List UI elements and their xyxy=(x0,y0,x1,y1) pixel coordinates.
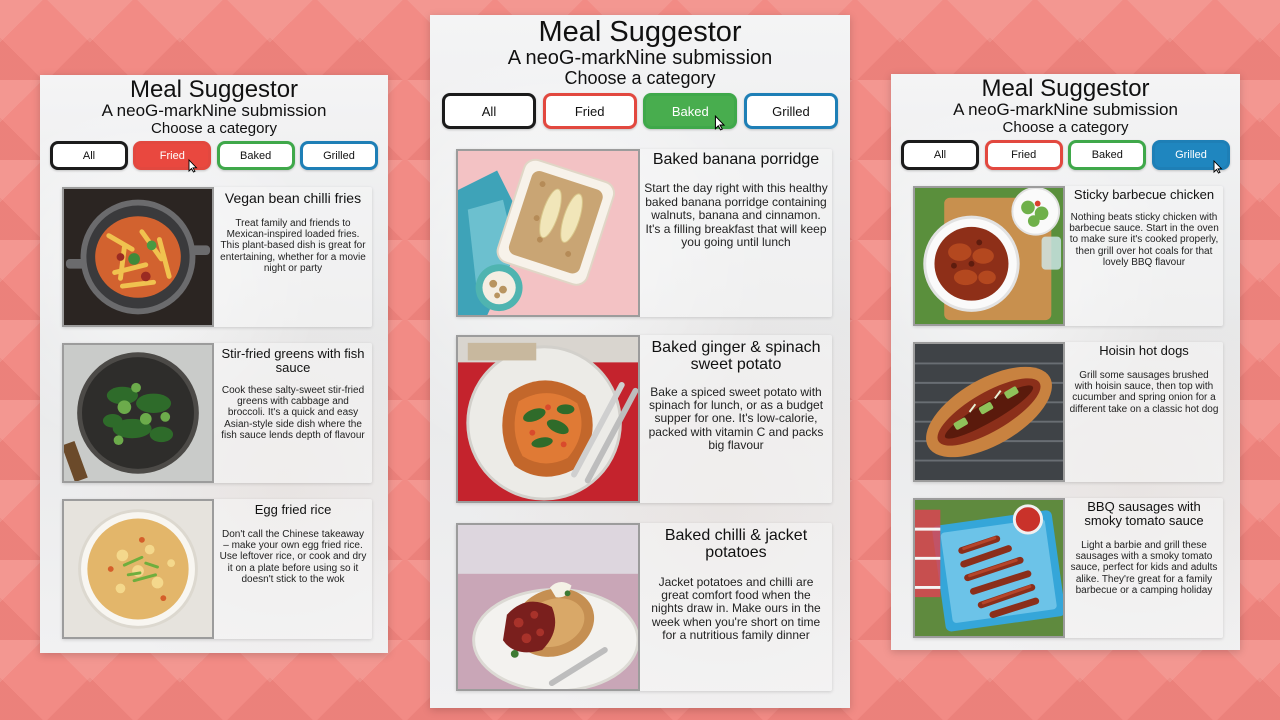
meal-info: Egg fried rice Don't call the Chinese ta… xyxy=(214,499,372,639)
app-subtitle: A neoG-markNine submission xyxy=(953,100,1178,120)
meal-card: Baked chilli & jacket potatoes Jacket po… xyxy=(456,523,832,691)
meal-description: Don't call the Chinese takeaway – make y… xyxy=(219,529,367,585)
category-buttons: All Fried Baked Grilled xyxy=(901,140,1230,171)
meal-card: BBQ sausages with smoky tomato sauce Lig… xyxy=(913,498,1223,638)
app-title: Meal Suggestor xyxy=(981,75,1150,102)
meal-description: Bake a spiced sweet potato with spinach … xyxy=(648,384,824,453)
category-fried-button[interactable]: Fried xyxy=(984,140,1063,171)
meal-photo xyxy=(456,523,640,691)
meal-photo xyxy=(62,499,214,639)
meal-info: Vegan bean chilli fries Treat family and… xyxy=(214,187,372,327)
category-buttons: All Fried Baked Grilled xyxy=(442,93,838,130)
meal-card: Baked ginger & spinach sweet potato Bake… xyxy=(456,335,832,503)
mouse-pointer-icon xyxy=(188,159,198,173)
meal-info: Stir-fried greens with fish sauce Cook t… xyxy=(214,343,372,483)
category-all-button[interactable]: All xyxy=(50,141,128,171)
category-prompt: Choose a category xyxy=(151,119,277,137)
meal-name: Hoisin hot dogs xyxy=(1099,343,1189,358)
meal-photo xyxy=(456,335,640,503)
category-prompt: Choose a category xyxy=(564,68,716,89)
app-subtitle: A neoG-markNine submission xyxy=(507,47,773,70)
app-title: Meal Suggestor xyxy=(129,76,299,103)
meal-description: Treat family and friends to Mexican-insp… xyxy=(220,218,366,274)
meal-card: Sticky barbecue chicken Nothing beats st… xyxy=(913,186,1223,326)
category-baked-button[interactable]: Baked xyxy=(216,141,295,171)
meal-name: Baked ginger & spinach sweet potato xyxy=(651,339,821,374)
meal-name: Egg fried rice xyxy=(254,502,332,517)
meal-description: Nothing beats sticky chicken with barbec… xyxy=(1069,212,1219,268)
app-subtitle: A neoG-markNine submission xyxy=(101,101,327,121)
meal-description: Cook these salty-sweet stir-fried greens… xyxy=(221,385,365,441)
meal-card: Hoisin hot dogs Grill some sausages brus… xyxy=(913,342,1223,482)
category-all-button[interactable]: All xyxy=(442,93,536,130)
category-prompt: Choose a category xyxy=(1002,118,1129,136)
meal-info: Hoisin hot dogs Grill some sausages brus… xyxy=(1065,342,1223,482)
meal-name: BBQ sausages with smoky tomato sauce xyxy=(1084,499,1204,529)
meal-photo xyxy=(62,187,214,327)
category-grilled-button[interactable]: Grilled xyxy=(299,141,378,171)
mouse-pointer-icon xyxy=(1213,160,1223,174)
meal-card: Baked banana porridge Start the day righ… xyxy=(456,149,832,317)
meal-name: Sticky barbecue chicken xyxy=(1073,187,1215,202)
meal-name: Baked chilli & jacket potatoes xyxy=(664,527,808,562)
meal-info: Baked ginger & spinach sweet potato Bake… xyxy=(640,335,832,503)
meal-info: Sticky barbecue chicken Nothing beats st… xyxy=(1065,186,1223,326)
meal-photo xyxy=(456,149,640,317)
category-grilled-button[interactable]: Grilled xyxy=(743,93,838,130)
meal-name: Baked banana porridge xyxy=(652,151,820,168)
category-fried-button[interactable]: Fried xyxy=(542,93,637,130)
category-baked-button[interactable]: Baked xyxy=(1068,140,1147,171)
meal-photo xyxy=(913,498,1065,638)
meal-description: Start the day right with this healthy ba… xyxy=(644,181,828,250)
meal-info: Baked chilli & jacket potatoes Jacket po… xyxy=(640,523,832,691)
meal-description: Light a barbie and grill these sausages … xyxy=(1070,540,1218,596)
category-buttons: All Fried Baked Grilled xyxy=(50,141,378,171)
meal-app-panel-baked: Meal Suggestor A neoG-markNine submissio… xyxy=(430,15,850,708)
mouse-pointer-icon xyxy=(714,115,726,131)
app-title: Meal Suggestor xyxy=(538,16,742,48)
meal-info: BBQ sausages with smoky tomato sauce Lig… xyxy=(1065,498,1223,638)
meal-description: Jacket potatoes and chilli are great com… xyxy=(651,574,821,643)
meal-app-panel-fried: Meal Suggestor A neoG-markNine submissio… xyxy=(40,75,388,653)
meal-app-panel-grilled: Meal Suggestor A neoG-markNine submissio… xyxy=(891,74,1240,650)
meal-info: Baked banana porridge Start the day righ… xyxy=(640,149,832,317)
meal-name: Stir-fried greens with fish sauce xyxy=(221,346,365,376)
meal-photo xyxy=(913,186,1065,326)
meal-photo xyxy=(62,343,214,483)
meal-name: Vegan bean chilli fries xyxy=(224,190,362,206)
meal-card: Vegan bean chilli fries Treat family and… xyxy=(62,187,372,327)
category-fried-button[interactable]: Fried xyxy=(133,141,212,171)
category-all-button[interactable]: All xyxy=(901,140,979,171)
meal-card: Stir-fried greens with fish sauce Cook t… xyxy=(62,343,372,483)
meal-photo xyxy=(913,342,1065,482)
meal-card: Egg fried rice Don't call the Chinese ta… xyxy=(62,499,372,639)
meal-description: Grill some sausages brushed with hoisin … xyxy=(1069,370,1219,415)
